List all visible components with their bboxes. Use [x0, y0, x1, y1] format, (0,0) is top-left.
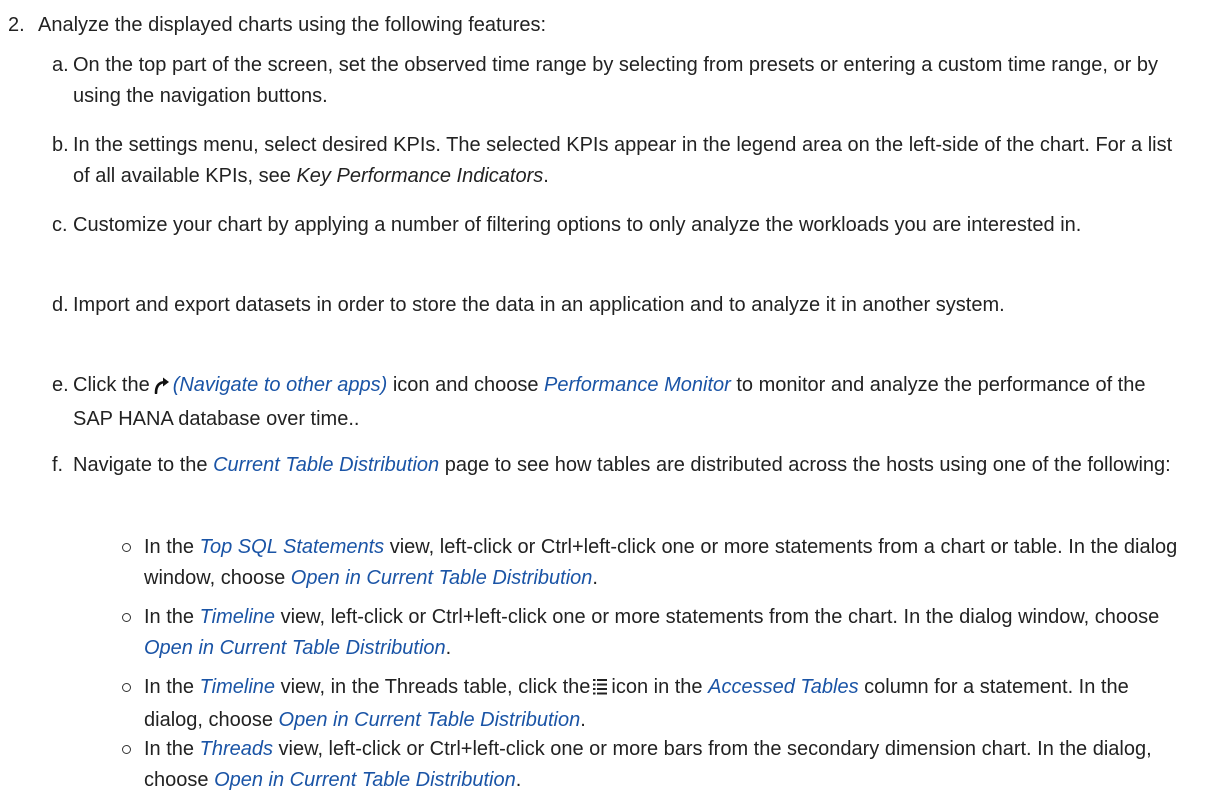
open-in-current-table-distribution-link[interactable]: Open in Current Table Distribution	[279, 709, 581, 731]
list-item-b: b. In the settings menu, select desired …	[52, 130, 1192, 192]
bullet-text: In the Timeline view, left-click or Ctrl…	[144, 606, 1160, 659]
bullet-text: In the Threads view, left-click or Ctrl+…	[144, 738, 1152, 791]
open-in-current-table-distribution-link[interactable]: Open in Current Table Distribution	[214, 769, 516, 791]
list-item-f: f. Navigate to the Current Table Distrib…	[52, 450, 1192, 481]
step-2: 2. Analyze the displayed charts using the…	[8, 10, 546, 41]
timeline-link[interactable]: Timeline	[200, 676, 275, 698]
list-item-c: c. Customize your chart by applying a nu…	[52, 210, 1192, 241]
item-e-text-2: icon and choose	[387, 374, 545, 396]
navigate-to-other-apps-link[interactable]: (Navigate to other apps)	[173, 374, 388, 396]
bullet-item-top-sql: In the Top SQL Statements view, left-cli…	[122, 532, 1192, 594]
item-letter: a.	[52, 54, 69, 76]
item-b-text-2: .	[543, 165, 549, 187]
accessed-tables-link[interactable]: Accessed Tables	[708, 676, 858, 698]
item-letter: b.	[52, 134, 69, 156]
bullet-circle-icon	[122, 683, 131, 692]
navigate-arrow-icon	[153, 373, 171, 404]
document-page: 2. Analyze the displayed charts using the…	[0, 0, 1212, 796]
bullet-circle-icon	[122, 745, 131, 754]
item-letter: d.	[52, 294, 69, 316]
top-sql-statements-link[interactable]: Top SQL Statements	[200, 536, 385, 558]
item-f-text: Navigate to the Current Table Distributi…	[73, 450, 1198, 481]
step-text: Analyze the displayed charts using the f…	[38, 14, 547, 36]
item-letter: e.	[52, 374, 69, 396]
list-item-d: d. Import and export datasets in order t…	[52, 290, 1192, 321]
timeline-link[interactable]: Timeline	[200, 606, 275, 628]
item-e-text: Click the (Navigate to other apps) icon a…	[73, 370, 1188, 435]
open-in-current-table-distribution-link[interactable]: Open in Current Table Distribution	[291, 567, 593, 589]
item-d-text: Import and export datasets in order to s…	[73, 294, 1005, 316]
kpi-reference: Key Performance Indicators	[296, 165, 544, 187]
item-letter: f.	[52, 454, 64, 476]
item-c-text: Customize your chart by applying a numbe…	[73, 214, 1082, 236]
item-b-text: In the settings menu, select desired KPI…	[73, 130, 1193, 192]
bullet-text: In the Timeline view, in the Threads tab…	[144, 674, 1129, 731]
bullet-circle-icon	[122, 613, 131, 622]
item-a-text: On the top part of the screen, set the o…	[73, 54, 1158, 107]
bullet-item-threads: In the Threads view, left-click or Ctrl+…	[122, 734, 1192, 796]
item-f-text-1: Navigate to the	[73, 454, 214, 476]
open-in-current-table-distribution-link[interactable]: Open in Current Table Distribution	[144, 637, 446, 659]
item-letter: c.	[52, 214, 68, 236]
current-table-distribution-link[interactable]: Current Table Distribution	[213, 454, 439, 476]
item-b-text-1: In the settings menu, select desired KPI…	[73, 134, 1173, 187]
list-item-e: e. Click the (Navigate to other apps) ico…	[52, 370, 1192, 435]
bullet-item-timeline-threads: In the Timeline view, in the Threads tab…	[122, 672, 1192, 736]
performance-monitor-link[interactable]: Performance Monitor	[544, 374, 731, 396]
bullet-item-timeline: In the Timeline view, left-click or Ctrl…	[122, 602, 1192, 664]
bullet-text: In the Top SQL Statements view, left-cli…	[144, 536, 1178, 589]
bullet-circle-icon	[122, 543, 131, 552]
list-icon	[593, 674, 608, 705]
threads-link[interactable]: Threads	[200, 738, 273, 760]
item-e-text-1: Click the	[73, 374, 150, 396]
item-f-text-2: page to see how tables are distributed a…	[439, 454, 1171, 476]
list-item-a: a. On the top part of the screen, set th…	[52, 50, 1192, 112]
step-number: 2.	[8, 14, 25, 36]
